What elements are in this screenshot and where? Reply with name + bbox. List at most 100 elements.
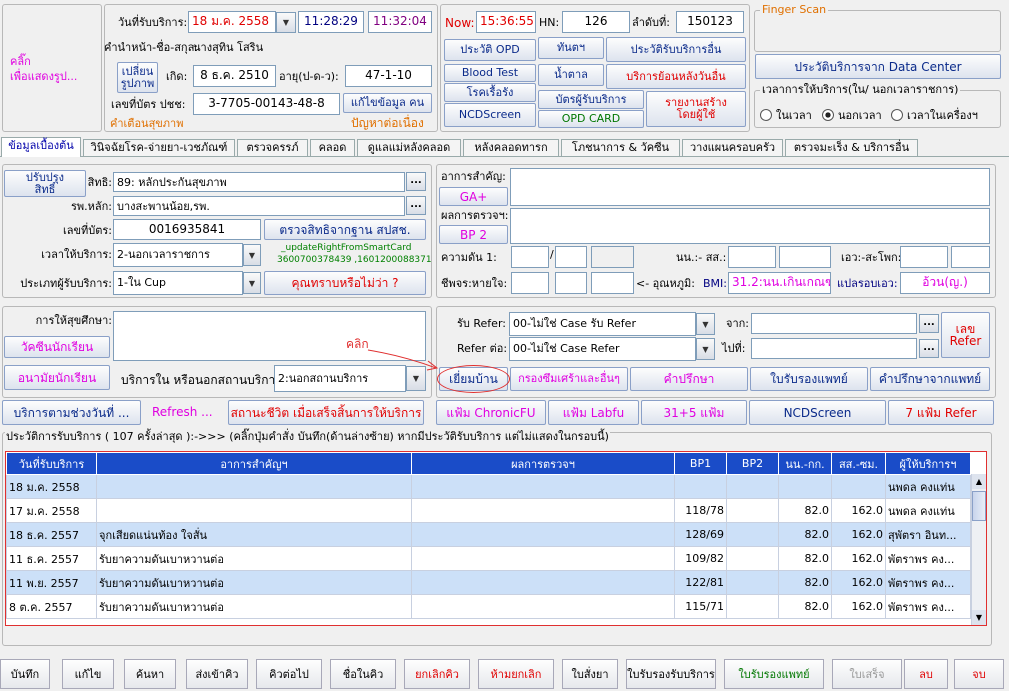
show-photo-link[interactable]: คลิ๊ก เพื่อแสดงรูป... (10, 54, 77, 84)
table-row[interactable]: 8 ต.ค. 2557 รับยาความดันเบาหวานต่อ 115/71 8… (6, 594, 971, 619)
radio-out-hours[interactable]: นอกเวลา (822, 106, 882, 124)
bp-systolic-field[interactable] (511, 246, 549, 268)
rights-browse-button[interactable]: ... (406, 172, 426, 191)
ncdscreen-button-2[interactable]: NCDScreen (749, 400, 886, 425)
refer-number-button[interactable]: เลข Refer (941, 312, 990, 358)
col-provider[interactable]: ผู้ให้บริการฯ (885, 452, 971, 475)
tab-delivery[interactable]: คลอด (310, 139, 355, 156)
tab-cancer-screening[interactable]: ตรวจมะเร็ง & บริการอื่น (785, 139, 918, 156)
file-31-5-button[interactable]: 31+5 แฟ้ม (641, 400, 747, 425)
queue-names-button[interactable]: ชื่อในคิว (330, 659, 396, 689)
temp-field[interactable] (591, 272, 634, 294)
tab-family-planning[interactable]: วางแผนครอบครัว (682, 139, 783, 156)
doctor-counseling-button[interactable]: คำปรึกษาจากแพทย์ (870, 367, 990, 391)
time-start-field[interactable]: 11:28:29 (298, 11, 364, 33)
waist-field[interactable] (900, 246, 948, 268)
blood-test-button[interactable]: Blood Test (444, 64, 536, 82)
prescription-button[interactable]: ใบสั่งยา (562, 659, 618, 689)
patient-type-dropdown[interactable]: ▼ (243, 272, 261, 294)
hosp-browse-button[interactable]: ... (406, 196, 426, 215)
date-dropdown-button[interactable]: ▼ (276, 12, 296, 33)
medical-certificate-button[interactable]: ใบรับรองแพทย์ (750, 367, 868, 391)
student-vaccine-button[interactable]: วัคซีนนักเรียน (4, 336, 110, 358)
radio-in-hours[interactable]: ในเวลา (760, 106, 812, 124)
refer-in-dropdown[interactable]: ▼ (696, 313, 715, 335)
edit-button[interactable]: แก้ไข (62, 659, 114, 689)
search-button[interactable]: ค้นหา (124, 659, 176, 689)
tab-nutrition-vaccine[interactable]: โภชนาการ & วัคซีน (561, 139, 680, 156)
service-time-select[interactable]: 2-นอกเวลาราชการ (113, 243, 243, 267)
life-status-button[interactable]: สถานะชีวิต เมื่อเสร็จสิ้นการให้บริการ (228, 400, 424, 425)
service-certificate-button[interactable]: ใบรับรองรับบริการ (626, 659, 716, 689)
bp-extra-field[interactable] (591, 246, 634, 268)
resp-field[interactable] (555, 272, 587, 294)
service-by-date-button[interactable]: บริการตามช่วงวันที่ ... (2, 400, 141, 425)
no-cancel-button[interactable]: ห้ามยกเลิก (478, 659, 554, 689)
change-photo-button[interactable]: เปลี่ยน รูปภาพ (117, 62, 158, 93)
tab-diagnosis[interactable]: วินิจฉัยโรค-จ่ายยา-เวชภัณฑ์ (83, 139, 235, 156)
scroll-down-icon[interactable]: ▼ (972, 610, 986, 625)
school-health-button[interactable]: อนามัยนักเรียน (4, 365, 110, 390)
refer-to-field[interactable] (751, 338, 917, 359)
tab-newborn[interactable]: หลังคลอดทารก (463, 139, 559, 156)
table-row[interactable]: 11 พ.ย. 2557 รับยาความดันเบาหวานต่อ 122/81… (6, 570, 971, 595)
update-rights-button[interactable]: ปรับปรุง สิทธิ์ (4, 170, 86, 197)
health-warning-link[interactable]: คำเตือนสุขภาพ (110, 117, 183, 131)
weight-field[interactable] (728, 246, 776, 268)
patient-type-select[interactable]: 1-ใน Cup (113, 271, 243, 295)
refresh-link[interactable]: Refresh ... (152, 405, 213, 419)
col-bp1[interactable]: BP1 (674, 452, 727, 475)
chronic-disease-button[interactable]: โรคเรื้อรัง (444, 83, 536, 102)
pulse-field[interactable] (511, 272, 549, 294)
refer-7-files-button[interactable]: 7 แฟ้ม Refer (888, 400, 994, 425)
hip-field[interactable] (951, 246, 990, 268)
labfu-button[interactable]: แฟ้ม Labfu (548, 400, 639, 425)
send-queue-button[interactable]: ส่งเข้าคิว (186, 659, 248, 689)
table-row[interactable]: 17 ม.ค. 2558 118/78 82.0 162.0 นพดล คงแท่น (6, 498, 971, 523)
table-row[interactable]: 11 ธ.ค. 2557 รับยาความดันเบาหวานต่อ 109/82… (6, 546, 971, 571)
service-date-field[interactable]: 18 ม.ค. 2558 (188, 11, 276, 33)
receipt-button[interactable]: ใบเสร็จ (832, 659, 902, 689)
age-field[interactable]: 47-1-10 (345, 65, 432, 87)
radio-machine-time[interactable]: เวลาในเครื่องฯ (891, 106, 978, 124)
time-end-field[interactable]: 11:32:04 (368, 11, 432, 33)
chronic-fu-button[interactable]: แฟ้ม ChronicFU (436, 400, 546, 425)
continuing-problem-link[interactable]: ปัญหาต่อเนื่อง (351, 116, 424, 130)
refer-from-field[interactable] (751, 313, 917, 334)
scroll-thumb[interactable] (972, 491, 986, 521)
bp-diastolic-field[interactable] (555, 246, 587, 268)
close-button[interactable]: จบ (954, 659, 1004, 689)
table-row[interactable]: 18 ธ.ค. 2557 จุกเสียดแน่นท้อง ใจสั่น 128/6… (6, 522, 971, 547)
tab-prenatal[interactable]: ตรวจครรภ์ (237, 139, 308, 156)
dental-button[interactable]: ทันตฯ (538, 37, 604, 59)
opd-card-button[interactable]: OPD CARD (538, 110, 644, 128)
service-time-dropdown[interactable]: ▼ (243, 244, 261, 266)
rights-field[interactable]: 89: หลักประกันสุขภาพ (113, 172, 405, 192)
cancel-queue-button[interactable]: ยกเลิกคิว (404, 659, 470, 689)
col-bp2[interactable]: BP2 (726, 452, 779, 475)
col-result[interactable]: ผลการตรวจฯ (411, 452, 675, 475)
save-button[interactable]: บันทึก (0, 659, 50, 689)
col-date[interactable]: วันที่รับบริการ (6, 452, 97, 475)
user-report-button[interactable]: รายงานสร้าง โดยผู้ใช้ (646, 91, 746, 127)
counseling-button[interactable]: คำปรึกษา (630, 367, 748, 391)
check-rights-button[interactable]: ตรวจสิทธิจากฐาน สปสช. (264, 219, 426, 240)
history-scrollbar[interactable]: ▲ ▼ (971, 474, 986, 625)
ncd-screen-button[interactable]: NCDScreen (444, 103, 536, 127)
table-row[interactable]: 18 ม.ค. 2558 นพดล คงแท่น (6, 474, 971, 499)
main-hosp-field[interactable]: บางสะพานน้อย,รพ. (113, 196, 405, 216)
bp2-button[interactable]: BP 2 (439, 225, 508, 244)
refer-out-dropdown[interactable]: ▼ (696, 338, 715, 360)
scroll-up-icon[interactable]: ▲ (972, 474, 986, 489)
height-field[interactable] (779, 246, 831, 268)
other-service-history-button[interactable]: ประวัติรับบริการอื่น (606, 37, 746, 62)
depression-screen-button[interactable]: กรองซึมเศร้าและอื่นๆ (510, 367, 628, 391)
col-height[interactable]: สส.-ซม. (831, 452, 886, 475)
did-you-know-button[interactable]: คุณทราบหรือไม่ว่า ? (264, 271, 426, 295)
refer-from-browse[interactable]: ... (919, 314, 939, 333)
opd-history-button[interactable]: ประวัติ OPD (444, 39, 536, 61)
delete-button[interactable]: ลบ (904, 659, 948, 689)
tab-basic-info[interactable]: ข้อมูลเบื้องต้น (1, 137, 81, 157)
edit-person-button[interactable]: แก้ไขข้อมูล คน (343, 93, 432, 113)
sugar-button[interactable]: น้ำตาล (538, 64, 604, 86)
